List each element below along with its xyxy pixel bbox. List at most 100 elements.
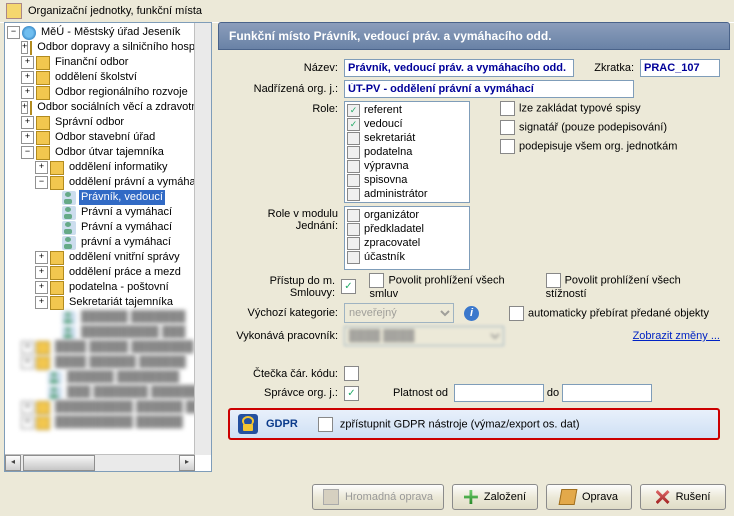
role-item[interactable]: zpracovatel [347, 236, 467, 250]
expand-icon[interactable]: + [35, 266, 48, 279]
tree-node[interactable]: +oddělení vnitřní správy [7, 250, 209, 265]
expand-icon[interactable]: + [21, 116, 34, 129]
checkbox-icon[interactable] [347, 118, 360, 131]
role-item[interactable]: organizátor [347, 208, 467, 222]
expand-icon[interactable]: − [35, 176, 48, 189]
spravce-checkbox[interactable] [344, 386, 359, 401]
tree-node[interactable]: +Finanční odbor [7, 55, 209, 70]
expand-icon[interactable]: + [21, 101, 28, 114]
checkbox-icon[interactable] [509, 306, 524, 321]
expand-icon[interactable]: + [21, 86, 34, 99]
checkbox-icon[interactable] [318, 417, 333, 432]
expand-icon[interactable]: − [21, 146, 34, 159]
signatar-checkbox[interactable]: signatář (pouze podepisování) [500, 120, 677, 135]
role-item[interactable]: administrátor [347, 187, 467, 201]
role-item[interactable]: účastník [347, 250, 467, 264]
scroll-left-button[interactable]: ◂ [5, 455, 21, 471]
checkbox-icon[interactable] [347, 104, 360, 117]
ctecka-checkbox[interactable] [344, 366, 359, 381]
tree-node[interactable]: +oddělení práce a mezd [7, 265, 209, 280]
checkbox-icon[interactable] [347, 237, 360, 250]
auto-prebirat-checkbox[interactable]: automaticky přebírat předané objekty [509, 306, 709, 321]
tree-root[interactable]: − MěÚ - Městský úřad Jeseník [7, 25, 209, 40]
zobrazit-zmeny-link[interactable]: Zobrazit změny ... [633, 330, 720, 342]
checkbox-icon[interactable] [347, 188, 360, 201]
typove-spisy-checkbox[interactable]: lze zakládat typové spisy [500, 101, 677, 116]
checkbox-icon[interactable] [347, 223, 360, 236]
tree-leaf[interactable]: právní a vymáhací [7, 235, 209, 250]
org-tree[interactable]: − MěÚ - Městský úřad Jeseník +Odbor dopr… [5, 23, 211, 432]
tree-leaf[interactable]: Právní a vymáhací [7, 205, 209, 220]
role-item[interactable]: výpravna [347, 159, 467, 173]
tree-node[interactable]: +podatelna - poštovní [7, 280, 209, 295]
checkbox-icon[interactable] [347, 251, 360, 264]
kategorie-select[interactable]: neveřejný [344, 303, 454, 323]
tree-node[interactable]: +Odbor regionálního rozvoje [7, 85, 209, 100]
role-item[interactable]: referent [347, 103, 467, 117]
role-item[interactable]: vedoucí [347, 117, 467, 131]
checkbox-icon[interactable] [347, 146, 360, 159]
expand-icon[interactable]: + [35, 251, 48, 264]
scroll-right-button[interactable]: ▸ [179, 455, 195, 471]
tree-node[interactable]: − oddělení právní a vymáhací [7, 175, 209, 190]
povolit-stiznosti-checkbox[interactable]: Povolit prohlížení všech stížností [546, 273, 720, 300]
zalozeni-button[interactable]: Založení [452, 484, 538, 510]
ruseni-button[interactable]: Rušení [640, 484, 726, 510]
tree-node[interactable]: +Odbor dopravy a silničního hospodářství [7, 40, 209, 55]
checkbox-icon[interactable] [347, 160, 360, 173]
checkbox-icon[interactable] [500, 139, 515, 154]
pristup-sml-checkbox[interactable] [341, 279, 356, 294]
tree-node[interactable]: +oddělení školství [7, 70, 209, 85]
expand-icon[interactable]: + [35, 161, 48, 174]
zkratka-input[interactable] [640, 59, 720, 77]
info-icon[interactable]: i [464, 306, 479, 321]
roles-listbox[interactable]: referent vedoucí sekretariát podatelna v… [344, 101, 470, 203]
role-label: sekretariát [364, 132, 415, 144]
tree-node[interactable]: +Odbor stavební úřad [7, 130, 209, 145]
roles-jednani-listbox[interactable]: organizátor předkladatel zpracovatel úča… [344, 206, 470, 270]
gdpr-enable-checkbox[interactable]: zpřístupnit GDPR nástroje (výmaz/export … [318, 417, 580, 432]
role-item[interactable]: spisovna [347, 173, 467, 187]
expand-icon[interactable]: + [21, 41, 28, 54]
role-item[interactable]: sekretariát [347, 131, 467, 145]
platnost-od-input[interactable] [454, 384, 544, 402]
cube-icon [50, 161, 64, 175]
tree-leaf-selected[interactable]: Právník, vedoucí [7, 190, 209, 205]
tree-node[interactable]: −Odbor útvar tajemníka [7, 145, 209, 160]
tree-scrollbar-horizontal[interactable]: ◂ ▸ [5, 454, 195, 471]
tree-node[interactable]: +Sekretariát tajemníka [7, 295, 209, 310]
tree-node[interactable]: +Správní odbor [7, 115, 209, 130]
checkbox-icon[interactable] [347, 174, 360, 187]
tree-node[interactable]: +Odbor sociálních věcí a zdravotnictví [7, 100, 209, 115]
checkbox-icon[interactable] [347, 132, 360, 145]
expand-icon[interactable]: + [21, 131, 34, 144]
checkbox-icon[interactable] [546, 273, 561, 288]
tree-leaf[interactable]: Právní a vymáhací [7, 220, 209, 235]
role-item[interactable]: předkladatel [347, 222, 467, 236]
tree-node-label: oddělení právní a vymáhací [67, 175, 206, 190]
hromadna-oprava-button[interactable]: Hromadná oprava [312, 484, 444, 510]
checkbox-icon[interactable] [369, 273, 384, 288]
expand-icon[interactable]: + [35, 281, 48, 294]
checkbox-icon[interactable] [500, 120, 515, 135]
scroll-thumb[interactable] [23, 455, 95, 471]
label-nadrizena: Nadřízená org. j.: [228, 83, 344, 95]
role-label: zpracovatel [364, 237, 420, 249]
platnost-do-input[interactable] [562, 384, 652, 402]
vykonava-select[interactable]: ████ ████ [344, 326, 504, 346]
expand-icon[interactable]: + [35, 296, 48, 309]
checkbox-icon[interactable] [347, 209, 360, 222]
tree-node[interactable]: +oddělení informatiky [7, 160, 209, 175]
expand-icon[interactable]: + [21, 56, 34, 69]
nadrizena-input[interactable] [344, 80, 634, 98]
expand-icon[interactable]: − [7, 26, 20, 39]
tree-leaf-obscured: ██████████ ███ [7, 325, 209, 340]
nazev-input[interactable] [344, 59, 574, 77]
role-item[interactable]: podatelna [347, 145, 467, 159]
oprava-button[interactable]: Oprava [546, 484, 632, 510]
tree-scrollbar-vertical[interactable] [194, 23, 211, 455]
podepisuje-vsem-checkbox[interactable]: podepisuje všem org. jednotkám [500, 139, 677, 154]
expand-icon[interactable]: + [21, 71, 34, 84]
povolit-smluv-checkbox[interactable]: Povolit prohlížení všech smluv [369, 273, 532, 300]
checkbox-icon[interactable] [500, 101, 515, 116]
